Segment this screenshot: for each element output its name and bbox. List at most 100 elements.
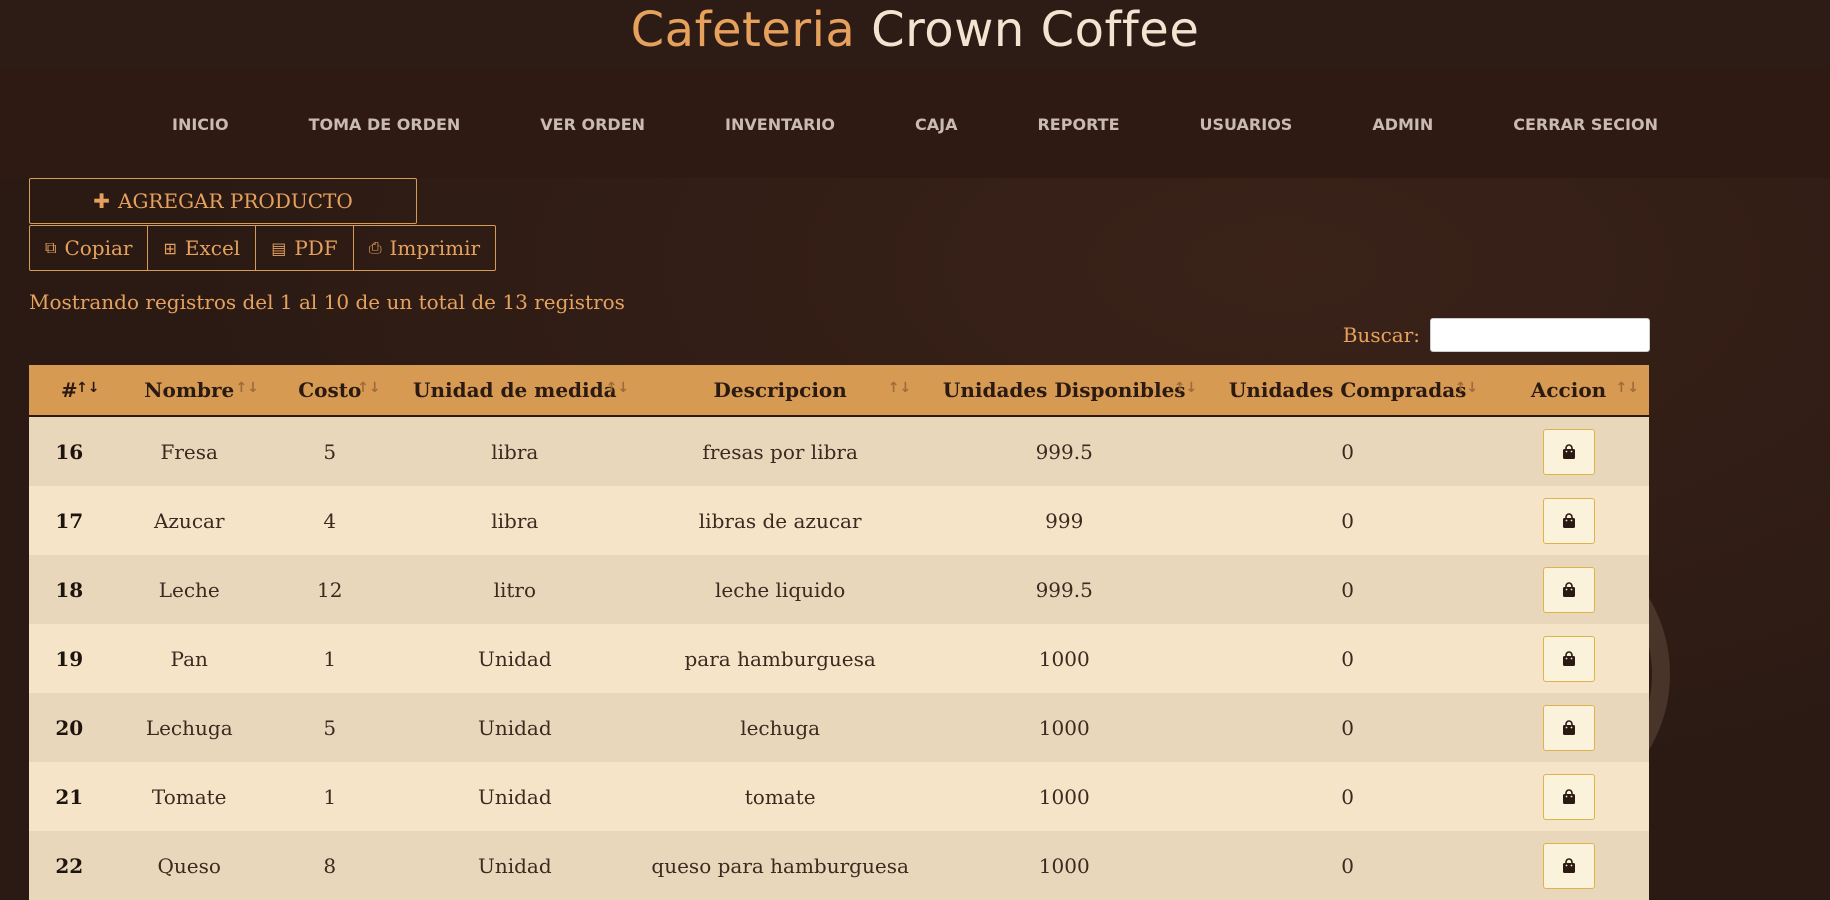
cell-nombre: Azucar	[109, 486, 269, 555]
cell-desc: lechuga	[639, 693, 922, 762]
cell-costo: 8	[268, 831, 391, 900]
sort-icon: ↑↓	[605, 380, 630, 396]
shopping-bag-icon	[1562, 719, 1575, 735]
nav-admin[interactable]: ADMIN	[1332, 115, 1473, 134]
cell-accion	[1488, 831, 1649, 900]
main-nav: INICIO TOMA DE ORDEN VER ORDEN INVENTARI…	[0, 70, 1830, 178]
nav-caja[interactable]: CAJA	[875, 115, 997, 134]
buy-button[interactable]	[1542, 566, 1595, 613]
products-table: # ↑↓ Nombre ↑↓ Costo ↑↓ Unidad de medida ↑↓ …	[29, 365, 1649, 900]
cell-id: 16	[29, 416, 110, 486]
print-button[interactable]: ⎙ Imprimir	[354, 226, 495, 270]
cell-desc: para hamburguesa	[639, 624, 922, 693]
buy-button[interactable]	[1542, 428, 1595, 475]
col-header-disponibles[interactable]: Unidades Disponibles ↑↓	[921, 365, 1208, 417]
add-product-button[interactable]: ✚ AGREGAR PRODUCTO	[29, 178, 417, 224]
cell-comp: 0	[1207, 762, 1489, 831]
sort-icon: ↑↓	[1173, 380, 1198, 396]
cell-costo: 4	[268, 486, 391, 555]
buy-button[interactable]	[1542, 704, 1595, 751]
shopping-bag-icon	[1562, 512, 1575, 528]
cell-id: 19	[29, 624, 110, 693]
cell-unidad: libra	[390, 486, 640, 555]
nav-inventario[interactable]: INVENTARIO	[685, 115, 875, 134]
col-header-label: Descripcion	[713, 378, 847, 402]
col-header-id[interactable]: # ↑↓	[29, 365, 110, 417]
cell-comp: 0	[1207, 693, 1489, 762]
shopping-bag-icon	[1562, 650, 1575, 666]
cell-nombre: Fresa	[109, 416, 269, 486]
table-row: 16 Fresa 5 libra fresas por libra 999.5 0	[29, 416, 1649, 486]
cell-disp: 999.5	[921, 555, 1208, 624]
cell-comp: 0	[1207, 624, 1489, 693]
cell-nombre: Pan	[109, 624, 269, 693]
buy-button[interactable]	[1542, 773, 1595, 820]
col-header-label: Unidades Disponibles	[942, 378, 1186, 402]
cell-nombre: Leche	[109, 555, 269, 624]
nav-ver-orden[interactable]: VER ORDEN	[500, 115, 685, 134]
cell-desc: libras de azucar	[639, 486, 922, 555]
brand-accent: Cafeteria	[630, 2, 856, 58]
nav-usuarios[interactable]: USUARIOS	[1160, 115, 1333, 134]
cell-id: 17	[29, 486, 110, 555]
table-row: 21 Tomate 1 Unidad tomate 1000 0	[29, 762, 1649, 831]
cell-nombre: Queso	[109, 831, 269, 900]
cell-id: 21	[29, 762, 110, 831]
search-input[interactable]	[1430, 318, 1650, 352]
sort-icon: ↑↓	[235, 380, 259, 396]
pdf-button[interactable]: ▤ PDF	[256, 226, 354, 270]
shopping-bag-icon	[1562, 581, 1575, 597]
shopping-bag-icon	[1562, 857, 1575, 873]
col-header-unidad[interactable]: Unidad de medida ↑↓	[390, 365, 640, 417]
cell-accion	[1488, 555, 1649, 624]
table-icon: ⊞	[163, 238, 177, 258]
nav-cerrar-sesion[interactable]: CERRAR SECION	[1473, 115, 1698, 134]
cell-accion	[1488, 693, 1649, 762]
nav-inicio[interactable]: INICIO	[132, 115, 269, 134]
search-label: Buscar:	[1342, 323, 1420, 347]
cell-comp: 0	[1207, 486, 1489, 555]
cell-unidad: Unidad	[390, 762, 640, 831]
cell-disp: 999.5	[921, 416, 1208, 486]
search-box: Buscar:	[1343, 318, 1650, 352]
col-header-label: Nombre	[144, 378, 235, 402]
copy-label: Copiar	[64, 236, 133, 260]
buy-button[interactable]	[1542, 497, 1595, 544]
table-row: 17 Azucar 4 libra libras de azucar 999 0	[29, 486, 1649, 555]
buy-button[interactable]	[1542, 635, 1595, 682]
col-header-descripcion[interactable]: Descripcion ↑↓	[639, 365, 922, 417]
shopping-bag-icon	[1562, 788, 1575, 804]
nav-toma-de-orden[interactable]: TOMA DE ORDEN	[269, 115, 501, 134]
cell-desc: fresas por libra	[639, 416, 922, 486]
cell-disp: 1000	[921, 762, 1208, 831]
cell-nombre: Lechuga	[109, 693, 269, 762]
cell-unidad: Unidad	[390, 624, 640, 693]
cell-id: 22	[29, 831, 110, 900]
brand-title: Cafeteria Crown Coffee	[0, 2, 1830, 58]
cell-accion	[1488, 486, 1649, 555]
sort-icon: ↑↓	[887, 380, 912, 396]
col-header-label: Costo	[298, 378, 362, 402]
table-header-row: # ↑↓ Nombre ↑↓ Costo ↑↓ Unidad de medida ↑↓ …	[29, 365, 1649, 417]
cell-costo: 5	[268, 416, 391, 486]
col-header-accion[interactable]: Accion ↑↓	[1488, 365, 1649, 417]
nav-reporte[interactable]: REPORTE	[997, 115, 1159, 134]
col-header-label: Unidad de medida	[413, 378, 617, 402]
printer-icon: ⎙	[368, 238, 382, 257]
cell-id: 18	[29, 555, 110, 624]
excel-label: Excel	[184, 236, 241, 260]
copy-button[interactable]: ⧉ Copiar	[30, 226, 149, 270]
sort-icon: ↑↓	[1615, 380, 1639, 396]
cell-disp: 1000	[921, 693, 1208, 762]
excel-button[interactable]: ⊞ Excel	[148, 226, 257, 270]
cell-disp: 999	[921, 486, 1208, 555]
sort-icon: ↑↓	[1454, 380, 1479, 396]
copy-icon: ⧉	[45, 238, 57, 257]
col-header-nombre[interactable]: Nombre ↑↓	[109, 365, 269, 417]
cell-comp: 0	[1207, 555, 1489, 624]
col-header-costo[interactable]: Costo ↑↓	[268, 365, 391, 417]
sort-icon: ↑↓	[357, 380, 381, 396]
cell-nombre: Tomate	[109, 762, 269, 831]
col-header-compradas[interactable]: Unidades Compradas ↑↓	[1207, 365, 1489, 417]
cell-accion	[1488, 762, 1649, 831]
